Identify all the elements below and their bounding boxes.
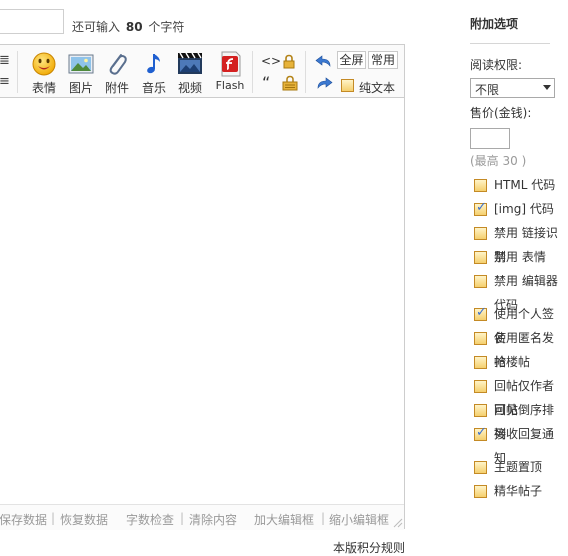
music-note-icon (147, 54, 160, 74)
attachment-label: 附件 (104, 81, 129, 95)
list-icon[interactable]: ≡ (0, 74, 13, 90)
image-button[interactable]: 图片 (63, 51, 99, 95)
enlarge-editor-link[interactable]: 加大编辑框 (254, 511, 314, 528)
paperclip-icon (109, 54, 127, 75)
subject-input[interactable] (0, 9, 64, 34)
fullscreen-button[interactable]: 全屏 (337, 51, 366, 69)
read-permission-value: 不限 (475, 83, 500, 97)
option-label: 抢楼帖 (494, 355, 531, 369)
option-label: [img] 代码 (494, 202, 554, 216)
option-label: 禁用 表情 (494, 250, 546, 264)
toolbar-divider (305, 51, 306, 93)
editor: ≣ ≡ 表情 图片 附件 音乐 视频 Flash <> “ 全屏 常用 纯文本 … (0, 44, 405, 530)
option-checkbox[interactable]: ✓ (474, 380, 487, 393)
emoticon-label: 表情 (31, 81, 56, 95)
remaining-prefix: 还可输入 (72, 20, 121, 34)
music-label: 音乐 (141, 81, 166, 95)
panel-divider (470, 43, 550, 44)
panel-title: 附加选项 (470, 17, 519, 31)
checkmark-icon: ✓ (476, 305, 487, 320)
price-hint: (最高 30 ) (470, 154, 527, 168)
quote-icon[interactable]: “ (262, 75, 270, 91)
remaining-suffix: 个字符 (148, 20, 185, 34)
shrink-editor-link[interactable]: 缩小编辑框 (329, 511, 389, 528)
option-label: HTML 代码 (494, 178, 556, 192)
option-checkbox[interactable]: ✓ (474, 332, 487, 345)
flash-button[interactable]: Flash (211, 51, 249, 95)
editor-statusbar: 保存数据 | 恢复数据 字数检查 | 清除内容 加大编辑框 | 缩小编辑框 (0, 504, 404, 530)
editor-toolbar: ≣ ≡ 表情 图片 附件 音乐 视频 Flash <> “ 全屏 常用 纯文本 (0, 45, 404, 98)
toolbar-divider (17, 51, 18, 93)
toolbar-divider (252, 51, 253, 93)
align-icon[interactable]: ≣ (0, 53, 13, 69)
image-icon (68, 54, 94, 74)
word-check-link[interactable]: 字数检查 (126, 511, 174, 528)
option-checkbox[interactable]: ✓ (474, 461, 487, 474)
code-icon[interactable]: <> (261, 54, 281, 68)
option-checkbox[interactable]: ✓ (474, 227, 487, 240)
save-data-link[interactable]: 保存数据 (0, 511, 47, 528)
checkmark-icon: ✓ (476, 200, 487, 215)
restore-data-link[interactable]: 恢复数据 (60, 511, 108, 528)
option-checkbox[interactable]: ✓ (474, 179, 487, 192)
chevron-down-icon (543, 85, 551, 90)
attachment-button[interactable]: 附件 (99, 51, 135, 95)
remaining-count: 80 (125, 20, 143, 34)
flash-icon (221, 51, 241, 77)
lock-icon[interactable] (282, 54, 296, 69)
option-checkbox[interactable]: ✓ (474, 200, 487, 216)
video-label: 视频 (177, 81, 202, 95)
statusbar-divider: | (321, 511, 326, 525)
hide-content-icon[interactable] (282, 75, 298, 91)
option-checkbox[interactable]: ✓ (474, 251, 487, 264)
option-checkbox[interactable]: ✓ (474, 404, 487, 417)
undo-icon[interactable] (315, 54, 333, 68)
option-checkbox[interactable]: ✓ (474, 425, 487, 441)
option-label: 精华帖子 (494, 484, 543, 498)
redo-icon[interactable] (315, 76, 333, 90)
emoticon-button[interactable]: 表情 (26, 51, 62, 95)
remaining-chars-text: 还可输入 80 个字符 (72, 18, 184, 35)
option-checkbox[interactable]: ✓ (474, 305, 487, 321)
video-icon (178, 52, 202, 74)
option-checkbox[interactable]: ✓ (474, 275, 487, 288)
plaintext-label: 纯文本 (359, 81, 396, 95)
read-permission-select[interactable]: 不限 (470, 78, 555, 98)
statusbar-divider: | (180, 511, 185, 525)
flash-label: Flash (215, 79, 245, 92)
editor-textarea[interactable] (0, 99, 404, 503)
option-label: 主题置顶 (494, 460, 543, 474)
resize-grip-icon[interactable] (393, 518, 403, 528)
clear-content-link[interactable]: 清除内容 (189, 511, 237, 528)
smiley-icon (32, 52, 56, 76)
plaintext-checkbox[interactable] (341, 79, 354, 92)
option-checkbox[interactable]: ✓ (474, 485, 487, 498)
common-button[interactable]: 常用 (368, 51, 398, 69)
price-input[interactable] (470, 128, 510, 149)
video-button[interactable]: 视频 (172, 51, 208, 95)
board-credit-rules-link[interactable]: 本版积分规则 (333, 539, 405, 556)
checkmark-icon: ✓ (476, 425, 487, 440)
option-checkbox[interactable]: ✓ (474, 356, 487, 369)
image-label: 图片 (68, 81, 93, 95)
statusbar-divider: | (51, 511, 56, 525)
price-label: 售价(金钱): (470, 106, 532, 120)
music-button[interactable]: 音乐 (136, 51, 172, 95)
read-permission-label: 阅读权限: (470, 58, 523, 72)
